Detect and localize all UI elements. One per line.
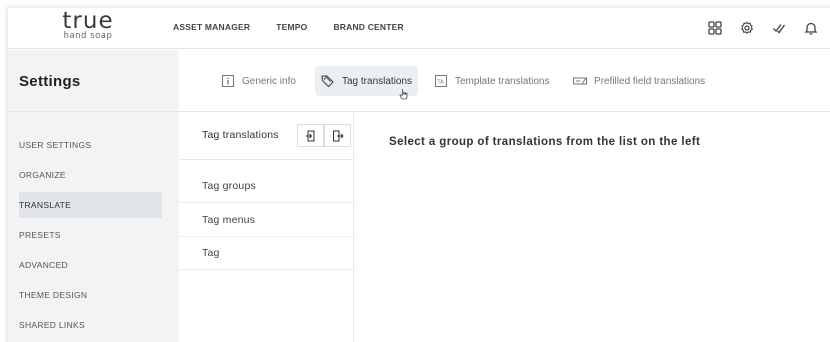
brand-name: true	[62, 8, 114, 34]
gear-icon[interactable]	[740, 20, 754, 36]
nav-asset-manager[interactable]: ASSET MANAGER	[173, 22, 250, 32]
sidebar-item-organize[interactable]: ORGANIZE	[19, 162, 162, 188]
sidebar-item-advanced[interactable]: ADVANCED	[19, 252, 162, 278]
tab-template-translations[interactable]: TA Template translations	[434, 66, 550, 96]
app-window: true hand soap ASSET MANAGER TEMPO BRAND…	[8, 8, 830, 342]
tab-generic-info[interactable]: Generic info	[221, 66, 296, 96]
list-item-tag-groups[interactable]: Tag groups	[179, 170, 354, 203]
list-header: Tag translations	[179, 112, 354, 160]
tag-icon	[321, 75, 335, 87]
nav-brand-center[interactable]: BRAND CENTER	[333, 22, 403, 32]
tab-label: Tag translations	[342, 75, 413, 87]
sidebar-item-theme-design[interactable]: THEME DESIGN	[19, 282, 162, 308]
template-icon: TA	[434, 75, 448, 87]
settings-header: Settings	[8, 50, 179, 112]
translation-list-panel: Tag translations Tag groups Tag menus Ta…	[179, 112, 354, 342]
sidebar-item-shared-links[interactable]: SHARED LINKS	[19, 312, 162, 338]
tab-bar: Generic info Tag translations TA Templat…	[179, 50, 830, 112]
brand-logo[interactable]: true hand soap	[48, 10, 128, 41]
sidebar-item-label: ORGANIZE	[19, 170, 66, 180]
bell-icon[interactable]	[804, 20, 818, 36]
list-item-tag-menus[interactable]: Tag menus	[179, 204, 354, 237]
tab-label: Template translations	[455, 75, 550, 87]
sidebar-item-label: USER SETTINGS	[19, 140, 92, 150]
field-icon	[573, 75, 587, 87]
top-icons	[708, 20, 830, 36]
top-bar: true hand soap ASSET MANAGER TEMPO BRAND…	[8, 8, 830, 49]
sidebar-item-label: TRANSLATE	[19, 200, 72, 210]
svg-text:TA: TA	[436, 80, 444, 86]
top-nav: ASSET MANAGER TEMPO BRAND CENTER	[173, 22, 430, 32]
export-button[interactable]	[324, 124, 351, 147]
sidebar-item-label: SHARED LINKS	[19, 320, 85, 330]
sidebar-item-label: ADVANCED	[19, 260, 69, 270]
list-item-tag[interactable]: Tag	[179, 237, 354, 270]
settings-sidebar: USER SETTINGS ORGANIZE TRANSLATE PRESETS…	[8, 112, 179, 342]
export-icon	[332, 130, 344, 141]
check-icon[interactable]	[772, 20, 786, 36]
sidebar-item-translate[interactable]: TRANSLATE	[19, 192, 162, 218]
list-header-title: Tag translations	[202, 129, 279, 141]
sidebar-item-user-settings[interactable]: USER SETTINGS	[19, 132, 162, 158]
grid-icon[interactable]	[708, 20, 722, 36]
sidebar-item-presets[interactable]: PRESETS	[19, 222, 162, 248]
sidebar-item-label: THEME DESIGN	[19, 290, 88, 300]
info-icon	[221, 75, 235, 87]
empty-state-message: Select a group of translations from the …	[389, 136, 701, 148]
hand-cursor-icon	[399, 89, 408, 100]
brand-tagline: hand soap	[63, 31, 113, 41]
nav-tempo[interactable]: TEMPO	[276, 22, 307, 32]
page-title: Settings	[19, 73, 81, 90]
tab-label: Prefilled field translations	[594, 75, 706, 87]
sidebar-item-label: PRESETS	[19, 230, 61, 240]
tab-prefilled-field-translations[interactable]: Prefilled field translations	[573, 66, 705, 96]
import-button[interactable]	[297, 124, 324, 147]
import-icon	[305, 130, 314, 141]
tab-label: Generic info	[242, 75, 296, 87]
